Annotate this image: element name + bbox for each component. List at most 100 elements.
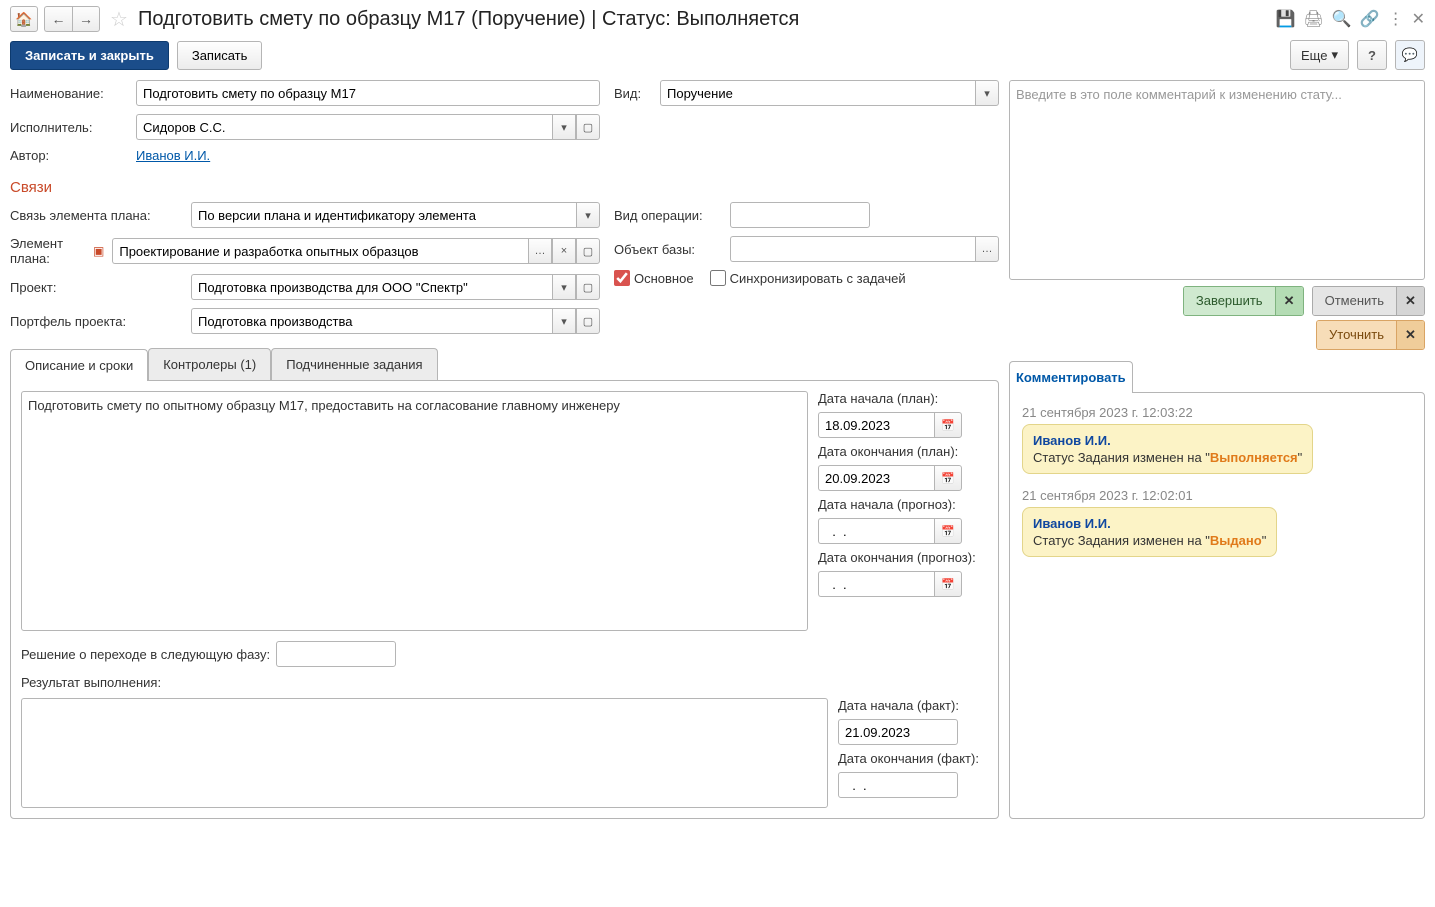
- tab-content: Подготовить смету по опытному образцу М1…: [10, 380, 999, 819]
- page-title: Подготовить смету по образцу М17 (Поруче…: [138, 8, 1270, 31]
- start-fc-label: Дата начала (прогноз):: [818, 497, 988, 512]
- phase-label: Решение о переходе в следующую фазу:: [21, 647, 270, 662]
- cancel-button[interactable]: Отменить✕: [1312, 286, 1425, 316]
- complete-x-icon[interactable]: ✕: [1275, 287, 1303, 315]
- plan-element-clear-icon[interactable]: ×: [552, 238, 576, 264]
- portfolio-input[interactable]: [191, 308, 552, 334]
- project-open-icon[interactable]: ▢: [576, 274, 600, 300]
- start-plan-input[interactable]: [818, 412, 934, 438]
- executor-label: Исполнитель:: [10, 120, 130, 135]
- comment-toggle-icon[interactable]: 💬: [1395, 40, 1425, 70]
- type-dropdown-icon[interactable]: ▾: [975, 80, 999, 106]
- phase-input[interactable]: [276, 641, 396, 667]
- result-label: Результат выполнения:: [21, 675, 161, 690]
- end-plan-input[interactable]: [818, 465, 934, 491]
- author-label: Автор:: [10, 148, 130, 163]
- cancel-x-icon[interactable]: ✕: [1396, 287, 1424, 315]
- clarify-button[interactable]: Уточнить✕: [1316, 320, 1425, 350]
- close-icon[interactable]: ✕: [1412, 9, 1425, 29]
- end-fc-calendar-icon[interactable]: 📅: [934, 571, 962, 597]
- main-checkbox[interactable]: [614, 270, 630, 286]
- history-text: Статус Задания изменен на "Выдано": [1033, 533, 1266, 548]
- portfolio-dropdown-icon[interactable]: ▾: [552, 308, 576, 334]
- more-button[interactable]: Еще▾: [1290, 40, 1349, 70]
- executor-open-icon[interactable]: ▢: [576, 114, 600, 140]
- status-comment-input[interactable]: Введите в это поле комментарий к изменен…: [1009, 80, 1425, 280]
- plan-element-label: Элемент плана:: [10, 236, 87, 266]
- end-fc-label: Дата окончания (прогноз):: [818, 550, 988, 565]
- tab-controllers[interactable]: Контролеры (1): [148, 348, 271, 380]
- kebab-menu-icon[interactable]: ⋮: [1388, 9, 1404, 29]
- start-fact-input[interactable]: [838, 719, 958, 745]
- project-label: Проект:: [10, 280, 185, 295]
- executor-dropdown-icon[interactable]: ▾: [552, 114, 576, 140]
- plan-element-input[interactable]: [112, 238, 528, 264]
- history-text: Статус Задания изменен на "Выполняется": [1033, 450, 1302, 465]
- description-textarea[interactable]: Подготовить смету по опытному образцу М1…: [21, 391, 808, 631]
- home-button[interactable]: 🏠: [10, 6, 38, 32]
- result-textarea[interactable]: [21, 698, 828, 808]
- tab-subtasks[interactable]: Подчиненные задания: [271, 348, 437, 380]
- link-type-label: Связь элемента плана:: [10, 208, 185, 223]
- base-obj-input[interactable]: [730, 236, 975, 262]
- end-fc-input[interactable]: [818, 571, 934, 597]
- start-fact-label: Дата начала (факт):: [838, 698, 988, 713]
- chevron-down-icon: ▾: [1331, 47, 1338, 63]
- base-obj-label: Объект базы:: [614, 242, 724, 257]
- sync-checkbox-label: Синхронизировать с задачей: [730, 271, 906, 286]
- sync-checkbox[interactable]: [710, 270, 726, 286]
- favorite-star-icon[interactable]: ☆: [110, 7, 128, 32]
- start-plan-label: Дата начала (план):: [818, 391, 988, 406]
- plan-element-picker-icon[interactable]: …: [528, 238, 552, 264]
- name-label: Наименование:: [10, 86, 130, 101]
- tab-description[interactable]: Описание и сроки: [10, 349, 148, 381]
- print-icon[interactable]: 🖨: [1303, 9, 1323, 29]
- op-type-label: Вид операции:: [614, 208, 724, 223]
- base-obj-picker-icon[interactable]: …: [975, 236, 999, 262]
- portfolio-label: Портфель проекта:: [10, 314, 185, 329]
- save-close-button[interactable]: Записать и закрыть: [10, 41, 169, 70]
- top-toolbar: 🏠 ← → ☆ Подготовить смету по образцу М17…: [10, 6, 1425, 32]
- executor-input[interactable]: [136, 114, 552, 140]
- preview-icon[interactable]: 🔍: [1332, 9, 1352, 29]
- save-icon[interactable]: 💾: [1276, 9, 1296, 29]
- complete-button[interactable]: Завершить✕: [1183, 286, 1304, 316]
- comment-action-link[interactable]: Комментировать: [1009, 361, 1133, 393]
- op-type-input[interactable]: [730, 202, 870, 228]
- name-input[interactable]: [136, 80, 600, 106]
- main-checkbox-wrap[interactable]: Основное: [614, 270, 694, 286]
- history-panel: 21 сентября 2023 г. 12:03:22 Иванов И.И.…: [1009, 392, 1425, 819]
- end-plan-calendar-icon[interactable]: 📅: [934, 465, 962, 491]
- type-input[interactable]: [660, 80, 975, 106]
- plan-element-icon: ▣: [93, 244, 104, 258]
- save-button[interactable]: Записать: [177, 41, 263, 70]
- help-button[interactable]: ?: [1357, 40, 1387, 70]
- main-checkbox-label: Основное: [634, 271, 694, 286]
- tabs: Описание и сроки Контролеры (1) Подчинен…: [10, 348, 999, 380]
- clarify-x-icon[interactable]: ✕: [1396, 321, 1424, 349]
- end-fact-input[interactable]: [838, 772, 958, 798]
- action-bar: Записать и закрыть Записать Еще▾ ? 💬: [10, 40, 1425, 70]
- project-input[interactable]: [191, 274, 552, 300]
- back-button[interactable]: ←: [44, 6, 72, 32]
- history-entry: 21 сентября 2023 г. 12:03:22 Иванов И.И.…: [1022, 405, 1412, 474]
- sync-checkbox-wrap[interactable]: Синхронизировать с задачей: [710, 270, 906, 286]
- link-type-input[interactable]: [191, 202, 576, 228]
- history-timestamp: 21 сентября 2023 г. 12:02:01: [1022, 488, 1412, 503]
- portfolio-open-icon[interactable]: ▢: [576, 308, 600, 334]
- end-plan-label: Дата окончания (план):: [818, 444, 988, 459]
- forward-button[interactable]: →: [72, 6, 100, 32]
- author-link[interactable]: Иванов И.И.: [136, 148, 210, 163]
- link-type-dropdown-icon[interactable]: ▾: [576, 202, 600, 228]
- plan-element-open-icon[interactable]: ▢: [576, 238, 600, 264]
- start-plan-calendar-icon[interactable]: 📅: [934, 412, 962, 438]
- project-dropdown-icon[interactable]: ▾: [552, 274, 576, 300]
- link-icon[interactable]: 🔗: [1360, 9, 1380, 29]
- history-author: Иванов И.И.: [1033, 433, 1302, 448]
- history-timestamp: 21 сентября 2023 г. 12:03:22: [1022, 405, 1412, 420]
- start-fc-input[interactable]: [818, 518, 934, 544]
- start-fc-calendar-icon[interactable]: 📅: [934, 518, 962, 544]
- history-author: Иванов И.И.: [1033, 516, 1266, 531]
- history-entry: 21 сентября 2023 г. 12:02:01 Иванов И.И.…: [1022, 488, 1412, 557]
- type-label: Вид:: [614, 86, 654, 101]
